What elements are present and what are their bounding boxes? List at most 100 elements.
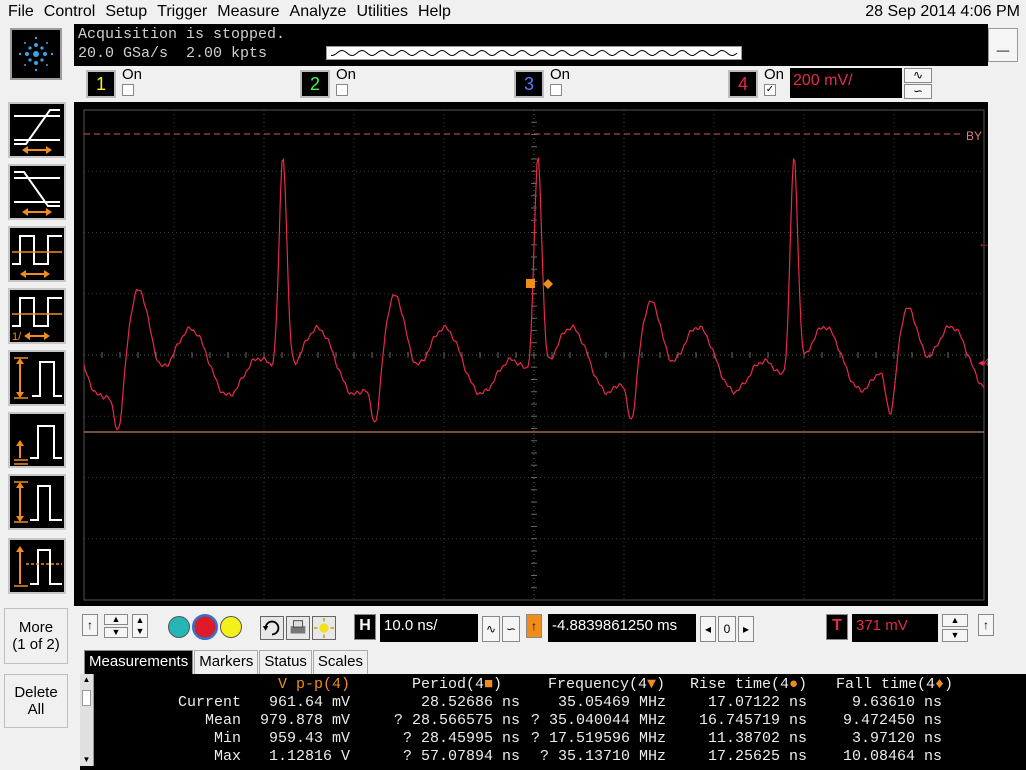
fall-marker-icon[interactable] [543, 279, 553, 289]
amplitude-icon [14, 481, 62, 523]
period-marker-glyph: ■ [484, 676, 494, 693]
trigger-level-down-button[interactable]: ▼ [942, 629, 968, 642]
tab-markers[interactable]: Markers [194, 650, 259, 674]
amplitude-tool-button[interactable] [8, 474, 66, 530]
delete-all-button[interactable]: Delete All [4, 674, 68, 728]
channel-2-button[interactable]: 2 [300, 70, 330, 98]
measurement-value-period: ? 28.566575 ns [393, 712, 520, 729]
period-header: Period(4■) [412, 676, 502, 693]
autoscale-button[interactable] [260, 616, 284, 640]
trigger-reference-button[interactable]: ↑ [526, 614, 542, 638]
measurement-value-period: ? 28.45995 ns [402, 730, 520, 747]
channel-3-number: 3 [523, 74, 534, 94]
clear-display-button[interactable] [312, 616, 336, 640]
rise-header: Rise time(4●) [690, 676, 807, 693]
tab-status[interactable]: Status [259, 650, 312, 674]
menu-help[interactable]: Help [413, 0, 456, 24]
measurement-value-fall: 9.63610 ns [851, 694, 942, 711]
logo-button[interactable] [10, 28, 62, 80]
channel-4-ground-marker[interactable]: ◂4 [978, 357, 988, 369]
channel-1-checkbox[interactable] [122, 84, 134, 96]
frequency-icon: 1/ [12, 297, 62, 342]
channel-4-scale-field[interactable]: 200 mV/ [790, 68, 902, 98]
measurement-row-label: Mean [204, 712, 241, 729]
trigger-offset-button[interactable]: ↑ [978, 614, 994, 636]
vmax-tool-button[interactable] [8, 412, 66, 468]
position-zero-button[interactable]: 0 [718, 616, 736, 642]
yellow-color-button[interactable] [220, 616, 242, 638]
oscilloscope-window: File Control Setup Trigger Measure Analy… [0, 0, 1026, 770]
more-button[interactable]: More (1 of 2) [4, 608, 68, 664]
channel-3-button[interactable]: 3 [514, 70, 544, 98]
horizontal-scale-field[interactable]: 10.0 ns/ [380, 614, 478, 642]
rise-time-icon [14, 109, 60, 154]
zoom-out-button[interactable]: ∽ [502, 616, 520, 642]
nudge-up-button[interactable]: ▲ [104, 614, 128, 625]
channel-1-number: 1 [95, 74, 106, 94]
rise-time-tool-button[interactable] [8, 102, 66, 158]
measurement-value-rise: 17.07122 ns [707, 694, 807, 711]
menu-file[interactable]: File [0, 0, 39, 24]
position-left-button[interactable]: ◂ [700, 616, 716, 642]
menu-analyze[interactable]: Analyze [285, 0, 352, 24]
vertical-offset-button[interactable]: ↑ [82, 614, 98, 636]
measurement-row-label: Current [177, 694, 241, 711]
measurement-value-rise: 17.25625 ns [707, 748, 807, 765]
channel-3-checkbox[interactable] [550, 84, 562, 96]
nudge-down-button[interactable]: ▼ [104, 627, 128, 638]
ac-coupling-button[interactable]: ∿ [904, 68, 932, 83]
channel-4-checkbox[interactable]: ✓ [764, 84, 776, 96]
sample-rate: 20.0 GSa/s [78, 45, 169, 62]
period-marker-icon[interactable] [526, 279, 535, 288]
trigger-level-marker[interactable]: ← T [978, 236, 988, 250]
frequency-tool-button[interactable]: 1/ [8, 288, 66, 344]
scroll-thumb[interactable] [82, 690, 91, 706]
minimize-button[interactable]: _ [988, 28, 1018, 62]
channel-4-on-label: On [764, 66, 785, 83]
zoom-in-button[interactable]: ∿ [482, 616, 500, 642]
measurement-value-fall: 9.472450 ns [842, 712, 942, 729]
sample-rate-line: 20.0 GSa/s 2.00 kpts [78, 45, 267, 62]
memory-waveform-icon [330, 49, 738, 57]
more-label: More [18, 619, 54, 636]
period-tool-button[interactable] [8, 226, 66, 282]
channel-2-checkbox[interactable] [336, 84, 348, 96]
vpp-tool-button[interactable] [8, 350, 66, 406]
measurement-row-label: Max [213, 748, 241, 765]
tab-scales[interactable]: Scales [312, 650, 368, 674]
trigger-level-up-button[interactable]: ▲ [942, 614, 968, 627]
sun-icon [313, 617, 335, 639]
fall-marker-glyph: ♦ [935, 676, 945, 693]
vtop-tool-button[interactable] [8, 538, 66, 594]
horizontal-position-field[interactable]: -4.8839861250 ms [548, 614, 696, 642]
fall-time-tool-button[interactable] [8, 164, 66, 220]
menu-trigger[interactable]: Trigger [152, 0, 212, 24]
waveform-display[interactable]: BY ← T ◂4 [74, 102, 988, 606]
measurement-results: V p-p(4) Period(4■) Frequency(4▼) Rise t… [80, 674, 1026, 770]
menu-utilities[interactable]: Utilities [351, 0, 413, 24]
period-header-text: Period(4 [412, 676, 485, 693]
position-right-button[interactable]: ▸ [738, 616, 754, 642]
channel-4-button[interactable]: 4 [728, 70, 758, 98]
menu-control[interactable]: Control [39, 0, 101, 24]
measurement-value-fall: 3.97120 ns [851, 730, 942, 747]
menu-setup[interactable]: Setup [100, 0, 152, 24]
delete-label: Delete [14, 684, 58, 701]
measurement-scrollbar[interactable]: ▲ ▼ [80, 674, 94, 766]
measurement-value-vpp: 959.43 mV [268, 730, 350, 747]
trigger-level-field[interactable]: 371 mV [852, 614, 938, 642]
nudge-step-button[interactable]: ▲ ▼ [132, 614, 148, 638]
red-color-button[interactable] [192, 614, 218, 640]
dc-coupling-button[interactable]: ∽ [904, 84, 932, 99]
frequency-marker-glyph: ▼ [647, 676, 657, 693]
memory-bar[interactable] [326, 46, 742, 60]
print-button[interactable] [286, 616, 310, 640]
tab-measurements[interactable]: Measurements [84, 650, 194, 674]
cyan-color-button[interactable] [168, 616, 190, 638]
horizontal-button[interactable]: H [354, 614, 376, 640]
channel-1-button[interactable]: 1 [86, 70, 116, 98]
menu-measure[interactable]: Measure [212, 0, 284, 24]
measurement-value-frequency: ? 17.519596 MHz [530, 730, 666, 747]
frequency-header-close: ) [656, 676, 666, 693]
trigger-button[interactable]: T [826, 614, 848, 640]
